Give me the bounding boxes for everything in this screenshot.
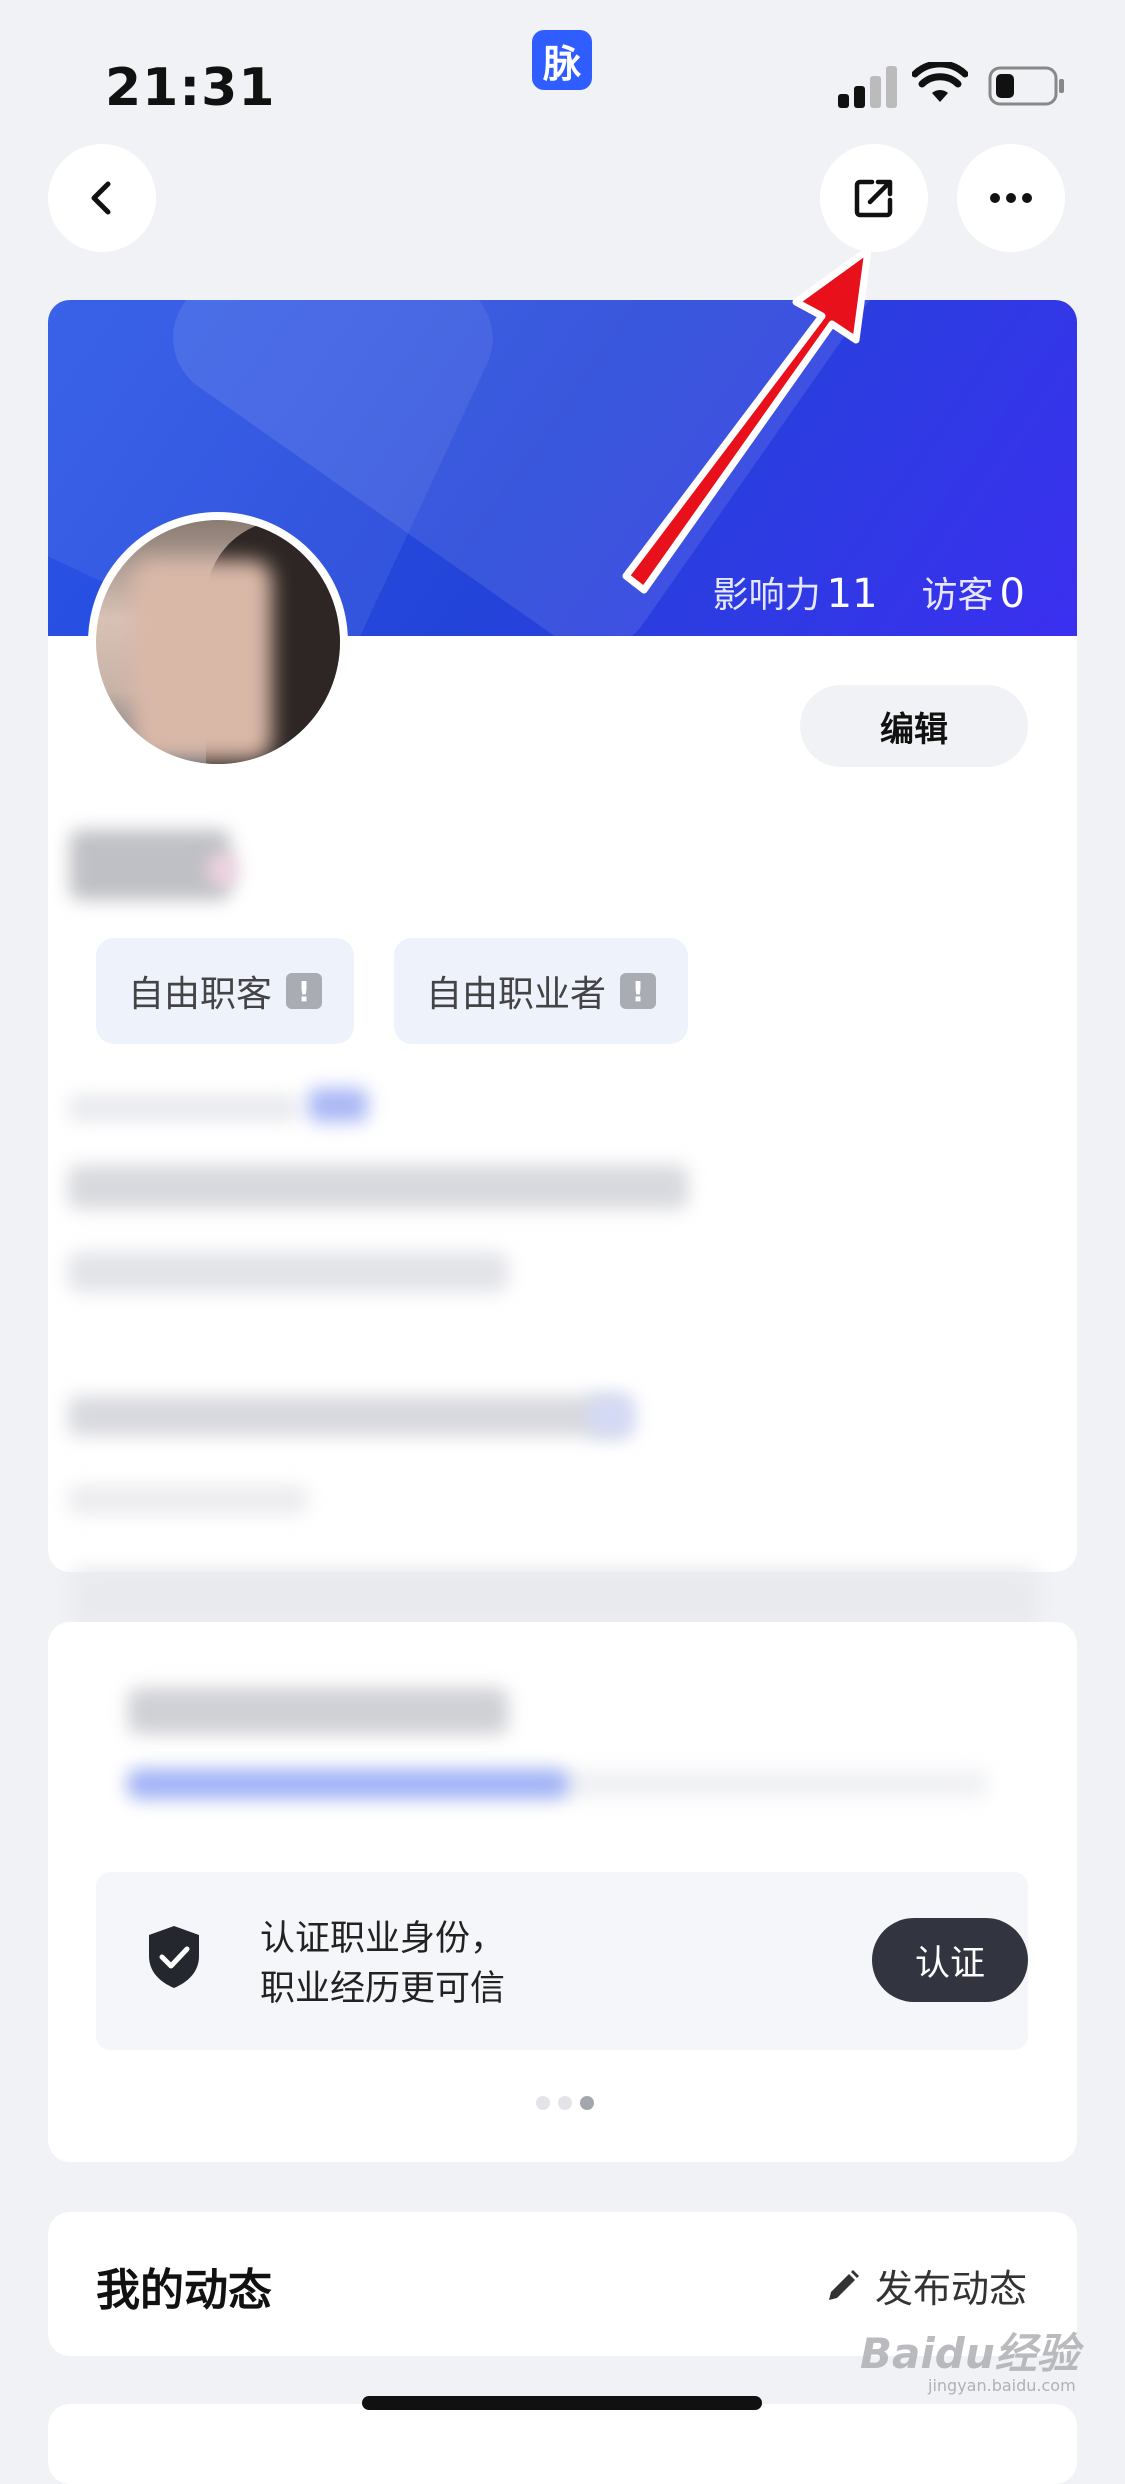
baidu-watermark-url: jingyan.baidu.com xyxy=(928,2376,1076,2395)
detail-redacted xyxy=(308,1088,368,1122)
verification-text: 认证职业身份， 职业经历更可信 xyxy=(260,1914,505,2014)
detail-redacted xyxy=(588,1396,634,1436)
divider-redacted xyxy=(72,1568,1038,1628)
wifi-icon xyxy=(912,62,968,102)
visitor-stat[interactable]: 访客 0 xyxy=(922,566,1025,618)
back-button[interactable] xyxy=(48,144,156,252)
share-button[interactable] xyxy=(820,144,928,252)
tag-freelance-client[interactable]: 自由职客 ! xyxy=(96,938,355,1044)
completion-title-redacted xyxy=(128,1688,508,1734)
verification-line-1: 认证职业身份， xyxy=(260,1919,506,1959)
battery-icon xyxy=(988,66,1064,106)
completion-progress-redacted xyxy=(128,1770,568,1798)
post-update-button[interactable]: 发布动态 xyxy=(825,2258,1027,2313)
warning-icon: ! xyxy=(286,973,323,1009)
tag-label: 自由职客 xyxy=(128,974,273,1015)
carousel-pager[interactable] xyxy=(536,2096,594,2110)
shield-check-icon xyxy=(149,1926,199,1988)
verify-button[interactable]: 认证 xyxy=(872,1918,1028,2002)
annotation-arrow xyxy=(622,246,872,594)
tag-label: 自由职业者 xyxy=(426,974,607,1015)
edit-profile-button[interactable]: 编辑 xyxy=(800,685,1028,767)
profile-name-redacted xyxy=(70,830,230,900)
warning-icon: ! xyxy=(620,973,657,1009)
detail-redacted xyxy=(68,1252,508,1292)
detail-redacted xyxy=(68,1485,308,1515)
status-time: 21:31 xyxy=(105,58,276,118)
detail-redacted xyxy=(68,1165,688,1209)
home-indicator[interactable] xyxy=(362,2396,762,2410)
visitor-label: 访客 xyxy=(921,575,994,616)
verification-prompt: 认证职业身份， 职业经历更可信 认证 xyxy=(96,1872,1028,2050)
detail-redacted xyxy=(68,1396,628,1436)
avatar[interactable] xyxy=(88,512,348,772)
name-badge-redacted xyxy=(208,855,238,885)
verification-card: 认证职业身份， 职业经历更可信 认证 xyxy=(48,1622,1077,2162)
tag-freelancer[interactable]: 自由职业者 ! xyxy=(394,938,689,1044)
pager-dot xyxy=(558,2096,572,2110)
pager-dot xyxy=(536,2096,550,2110)
baidu-watermark: Baidu经验 xyxy=(860,2329,1079,2378)
pencil-icon xyxy=(828,2269,859,2300)
visitor-value: 0 xyxy=(999,571,1025,617)
app-badge: 脉 xyxy=(532,30,592,90)
profile-card: 影响力 11 访客 0 编辑 自由职客 ! 自由职业者 ! xyxy=(48,300,1077,1572)
chevron-left-icon xyxy=(91,181,111,215)
cellular-signal-icon xyxy=(838,62,898,108)
next-card xyxy=(48,2404,1077,2484)
share-external-icon xyxy=(854,179,893,218)
verification-line-2: 职业经历更可信 xyxy=(260,1969,506,2009)
more-button[interactable] xyxy=(957,144,1065,252)
my-feed-title: 我的动态 xyxy=(96,2265,272,2316)
more-horizontal-icon xyxy=(990,193,1032,203)
pager-dot-active xyxy=(580,2096,594,2110)
detail-redacted xyxy=(68,1095,298,1121)
post-update-label: 发布动态 xyxy=(874,2267,1027,2311)
